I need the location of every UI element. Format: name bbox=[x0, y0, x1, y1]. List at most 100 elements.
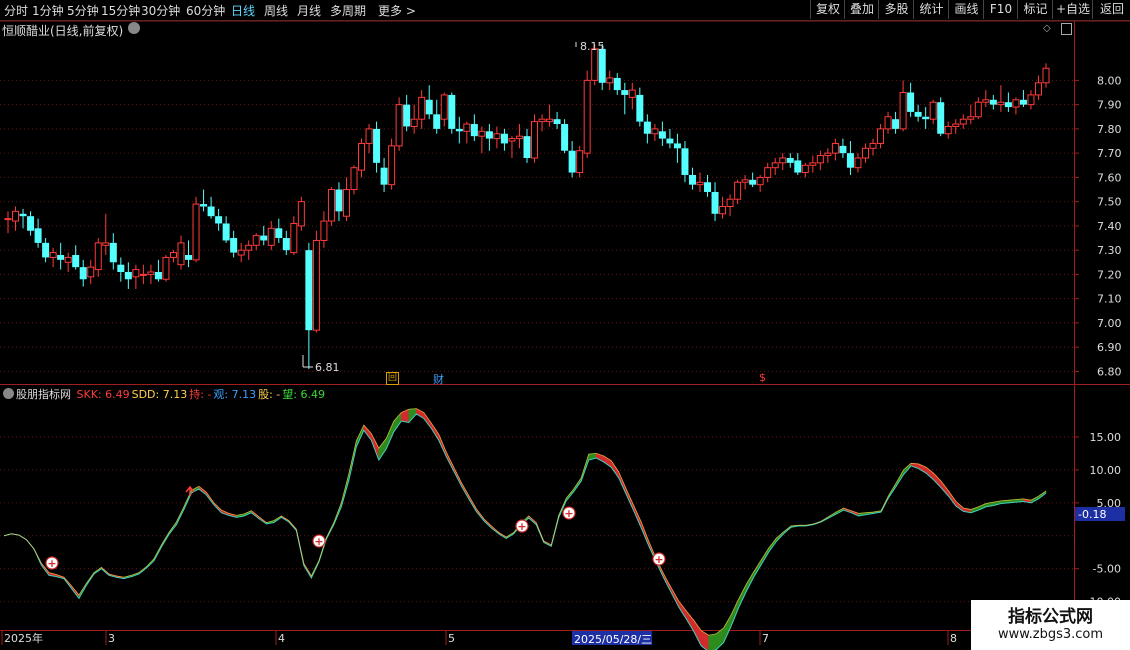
candle-body-down bbox=[914, 111, 922, 117]
candle-body-up bbox=[591, 48, 599, 81]
candle-body-up bbox=[816, 155, 824, 164]
candle-body-down bbox=[373, 128, 381, 163]
candle-body-up bbox=[719, 206, 727, 215]
candle-body-up bbox=[463, 123, 471, 132]
candle-body-up bbox=[974, 101, 982, 118]
current-value-text: -0.18 bbox=[1078, 508, 1106, 521]
candle-body-up bbox=[94, 242, 102, 271]
price-tick-label: 7.10 bbox=[1097, 293, 1122, 306]
signal-symbol: + bbox=[654, 553, 663, 566]
kline-chart: + + + + + 8.00 7.90 7.80 7.70 7.60 7.50 7.40 7.30 7.… bbox=[0, 20, 1130, 650]
finance-badge[interactable]: 财 bbox=[433, 371, 444, 387]
candle-body-up bbox=[1012, 99, 1020, 108]
time-label: 8 bbox=[950, 632, 957, 645]
candle-body-down bbox=[500, 133, 508, 144]
candle-body-up bbox=[350, 167, 358, 191]
candle-body-up bbox=[576, 150, 584, 174]
chevron-down-icon[interactable] bbox=[128, 22, 140, 34]
candle-body-down bbox=[846, 153, 854, 168]
time-label: 7 bbox=[762, 632, 769, 645]
indicator-name: 股朋指标网 bbox=[16, 388, 71, 401]
candle-body-up bbox=[959, 118, 967, 125]
price-tick-label: 7.90 bbox=[1097, 99, 1122, 112]
candle-body-up bbox=[929, 101, 937, 120]
candle-body-down bbox=[433, 114, 441, 129]
candle-body-up bbox=[290, 222, 298, 254]
price-tick-label: 7.70 bbox=[1097, 147, 1122, 160]
signal-symbol: + bbox=[564, 507, 573, 520]
candle-body-up bbox=[267, 227, 275, 246]
candle-body-up bbox=[583, 79, 591, 154]
candle-body-down bbox=[907, 92, 915, 112]
candle-body-down bbox=[207, 206, 215, 217]
signal-markers: + + + + + bbox=[45, 485, 666, 570]
candle-body-up bbox=[515, 135, 523, 140]
candle-body-up bbox=[1027, 94, 1035, 106]
candle-body-down bbox=[568, 150, 576, 173]
price-tick-label: 7.00 bbox=[1097, 317, 1122, 330]
indicator-chevron-icon[interactable] bbox=[3, 388, 14, 399]
candle-body-up bbox=[4, 218, 12, 221]
dividend-badge[interactable]: $ bbox=[759, 371, 766, 384]
candle-body-down bbox=[922, 116, 930, 120]
price-tick-label: 7.50 bbox=[1097, 196, 1122, 209]
candle-body-down bbox=[643, 121, 651, 134]
time-label: 2025年 bbox=[4, 631, 43, 645]
candle-body-down bbox=[485, 131, 493, 139]
candle-body-up bbox=[365, 128, 373, 144]
diamond-icon[interactable]: ◇ bbox=[1043, 23, 1051, 34]
candle-body-up bbox=[169, 252, 177, 258]
candle-body-down bbox=[275, 228, 283, 239]
candle-body-down bbox=[425, 99, 433, 115]
candle-body-down bbox=[711, 191, 719, 214]
candle-body-up bbox=[139, 273, 147, 276]
replay-badge[interactable]: 回 bbox=[386, 372, 399, 385]
candle-body-down bbox=[124, 271, 132, 280]
buy-signal-marker: + bbox=[562, 506, 576, 520]
candle-body-down bbox=[448, 94, 456, 129]
up-arrow-icon bbox=[185, 485, 195, 496]
candle-body-up bbox=[952, 123, 960, 127]
candle-body-down bbox=[455, 128, 463, 132]
candle-body-up bbox=[440, 94, 448, 120]
indicator-tick-label: -5.00 bbox=[1093, 563, 1121, 576]
candle-body-up bbox=[831, 142, 839, 154]
panel-toggle-icon[interactable] bbox=[1061, 23, 1072, 35]
candle-body-down bbox=[1019, 99, 1027, 105]
candle-body-down bbox=[335, 189, 343, 212]
candle-body-down bbox=[553, 119, 561, 125]
candle-body-up bbox=[726, 198, 734, 207]
candle-body-up bbox=[237, 249, 245, 256]
candle-body-up bbox=[764, 167, 772, 178]
price-tick-label: 6.90 bbox=[1097, 341, 1122, 354]
candle-body-up bbox=[87, 266, 95, 278]
candle-body-up bbox=[877, 128, 885, 144]
candle-body-up bbox=[297, 201, 305, 227]
candle-body-up bbox=[997, 101, 1005, 106]
buy-signal-marker: + bbox=[515, 519, 529, 533]
candle-body-up bbox=[779, 157, 787, 164]
price-tick-label: 7.80 bbox=[1097, 123, 1122, 136]
indicator-band-segment bbox=[378, 437, 387, 461]
candle-body-down bbox=[561, 124, 569, 151]
candle-body-down bbox=[636, 94, 644, 122]
candle-body-down bbox=[794, 160, 802, 173]
candle-body-down bbox=[27, 216, 35, 231]
price-tick-label: 7.30 bbox=[1097, 244, 1122, 257]
candle-body-up bbox=[410, 118, 418, 127]
candle-body-down bbox=[470, 124, 478, 137]
indicator-value-2: 持: - bbox=[189, 388, 212, 401]
candle-body-down bbox=[282, 238, 290, 251]
time-label: 5 bbox=[448, 632, 455, 645]
candle-body-down bbox=[666, 138, 674, 144]
price-tick-label: 7.40 bbox=[1097, 220, 1122, 233]
price-tick-label: 7.20 bbox=[1097, 268, 1122, 281]
candle-body-up bbox=[312, 239, 320, 331]
candle-body-down bbox=[937, 102, 945, 134]
candle-body-down bbox=[621, 90, 629, 95]
candle-body-down bbox=[19, 213, 27, 217]
low-label: 6.81 bbox=[315, 361, 340, 374]
time-label: 3 bbox=[108, 632, 115, 645]
indicator-value-0: SKK: 6.49 bbox=[76, 388, 130, 401]
candle-body-up bbox=[418, 96, 426, 120]
